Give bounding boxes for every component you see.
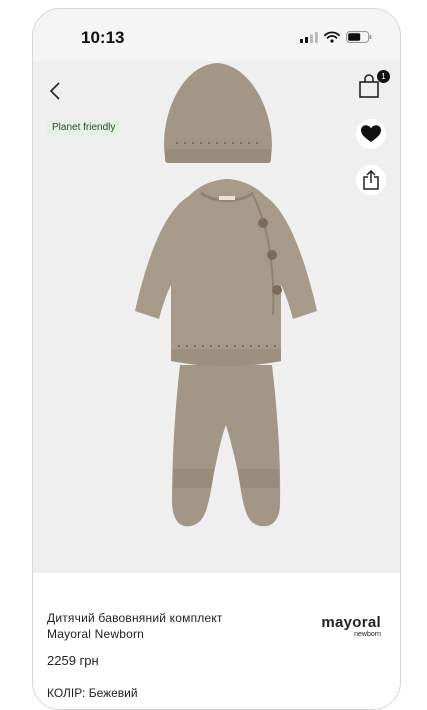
signal-icon — [300, 31, 318, 43]
status-time: 10:13 — [81, 28, 125, 47]
brand-subline: newborn — [354, 631, 381, 638]
planet-friendly-tag: Planet friendly — [47, 120, 121, 135]
heart-icon — [361, 125, 381, 142]
share-icon — [363, 170, 379, 190]
right-cuff — [238, 469, 279, 488]
sweater-hem — [171, 349, 281, 367]
sweater-label — [219, 196, 235, 200]
product-price: 2259 грн — [47, 653, 99, 668]
status-icons — [300, 31, 372, 43]
battery-icon — [346, 31, 372, 43]
trousers-shape — [172, 365, 281, 527]
chevron-left-icon — [49, 82, 60, 100]
button-1 — [258, 218, 268, 228]
left-cuff — [173, 469, 214, 488]
button-2 — [267, 250, 277, 260]
brand-name: mayoral — [321, 614, 381, 631]
sweater-shape — [135, 179, 317, 367]
brand-logo[interactable]: mayoral newborn — [321, 615, 381, 639]
product-gallery[interactable]: 1 Planet friendly — [33, 61, 400, 586]
status-bar: 10:13 — [33, 9, 400, 61]
hat-brim — [165, 149, 271, 163]
button-3 — [272, 285, 282, 295]
shopping-bag-button[interactable]: 1 — [358, 70, 390, 103]
back-button[interactable] — [43, 77, 67, 105]
wifi-icon — [324, 31, 340, 43]
product-image[interactable] — [93, 63, 341, 533]
phone-frame: 10:13 1 Planet friendly Дитячий бавовнян… — [32, 8, 401, 710]
bag-count-badge: 1 — [377, 70, 390, 83]
favorite-button[interactable] — [356, 119, 386, 149]
share-button[interactable] — [356, 165, 386, 195]
product-title: Дитячий бавовняний комплект Mayoral Newb… — [47, 611, 223, 641]
product-info: Дитячий бавовняний комплект Mayoral Newb… — [33, 573, 400, 709]
